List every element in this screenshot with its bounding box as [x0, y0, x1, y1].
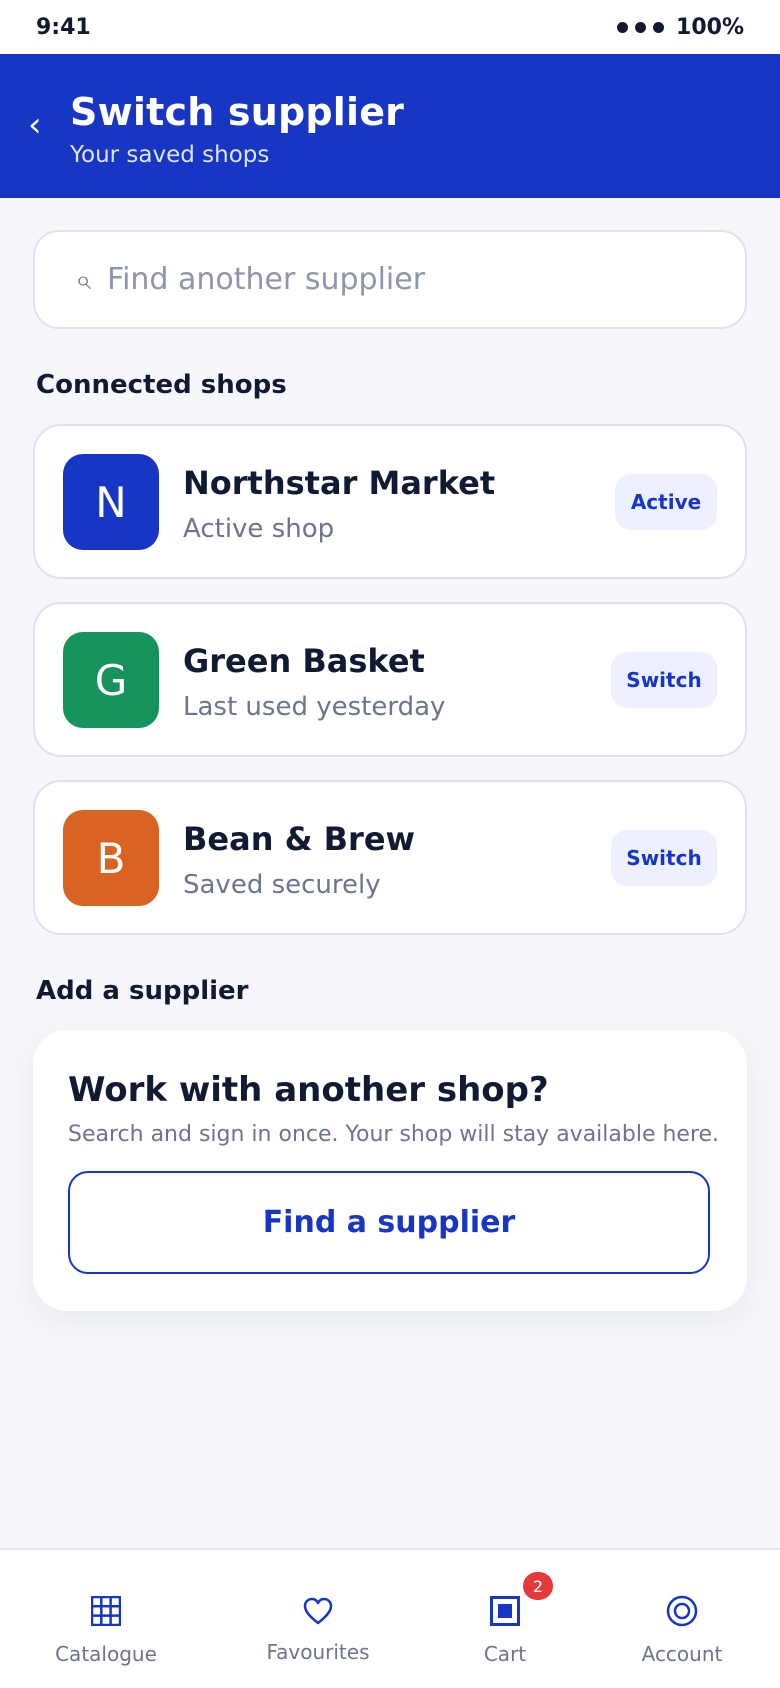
find-supplier-button[interactable]: Find a supplier — [68, 1171, 710, 1274]
search-bar[interactable]: ⌕ — [33, 230, 747, 329]
add-card-title: Work with another shop? — [68, 1070, 549, 1110]
shop-status: Saved securely — [183, 870, 381, 900]
grid-icon — [91, 1594, 121, 1628]
shop-name: Bean & Brew — [183, 820, 416, 858]
back-button[interactable]: ‹ — [28, 108, 52, 142]
nav-label: Favourites — [266, 1640, 370, 1664]
nav-item-account[interactable]: Account — [602, 1550, 762, 1688]
shop-avatar: B — [63, 810, 159, 906]
shop-card-bean-and-brew[interactable]: B Bean & Brew Saved securely Switch — [33, 780, 747, 935]
nav-item-catalogue[interactable]: Catalogue — [26, 1550, 186, 1688]
signal-icon — [617, 21, 665, 33]
status-bar: 9:41 100% — [0, 0, 780, 54]
cart-count-badge: 2 — [523, 1572, 553, 1600]
status-indicators: 100% — [617, 15, 744, 40]
shop-avatar: N — [63, 454, 159, 550]
switch-button[interactable]: Switch — [611, 830, 717, 886]
account-icon — [666, 1594, 698, 1628]
shop-name: Green Basket — [183, 642, 425, 680]
nav-label: Account — [641, 1642, 723, 1666]
nav-label: Catalogue — [55, 1642, 157, 1666]
add-supplier-card: Work with another shop? Search and sign … — [33, 1030, 747, 1311]
nav-item-favourites[interactable]: Favourites — [238, 1550, 398, 1688]
heart-icon — [303, 1594, 333, 1628]
search-icon: ⌕ — [75, 262, 91, 296]
section-heading-connected-shops: Connected shops — [36, 370, 287, 400]
chevron-left-icon: ‹ — [28, 105, 42, 145]
shop-name: Northstar Market — [183, 464, 496, 502]
nav-item-cart[interactable]: Cart 2 — [425, 1550, 585, 1688]
shop-card-northstar-market[interactable]: N Northstar Market Active shop Active — [33, 424, 747, 579]
add-card-description: Search and sign in once. Your shop will … — [68, 1122, 720, 1147]
shop-card-green-basket[interactable]: G Green Basket Last used yesterday Switc… — [33, 602, 747, 757]
section-heading-add-supplier: Add a supplier — [36, 976, 249, 1006]
cart-icon — [490, 1594, 520, 1628]
app-header: ‹ Switch supplier Your saved shops — [0, 54, 780, 198]
battery-level: 100% — [676, 14, 744, 40]
active-badge: Active — [615, 474, 717, 530]
status-time: 9:41 — [36, 14, 91, 40]
page-subtitle: Your saved shops — [70, 142, 270, 168]
nav-label: Cart — [483, 1642, 527, 1666]
search-input[interactable] — [107, 262, 707, 297]
shop-avatar: G — [63, 632, 159, 728]
shop-status: Last used yesterday — [183, 692, 446, 722]
switch-button[interactable]: Switch — [611, 652, 717, 708]
shop-status: Active shop — [183, 514, 335, 544]
page-title: Switch supplier — [70, 90, 405, 134]
bottom-nav: Catalogue Favourites Cart 2 Account — [0, 1548, 780, 1688]
